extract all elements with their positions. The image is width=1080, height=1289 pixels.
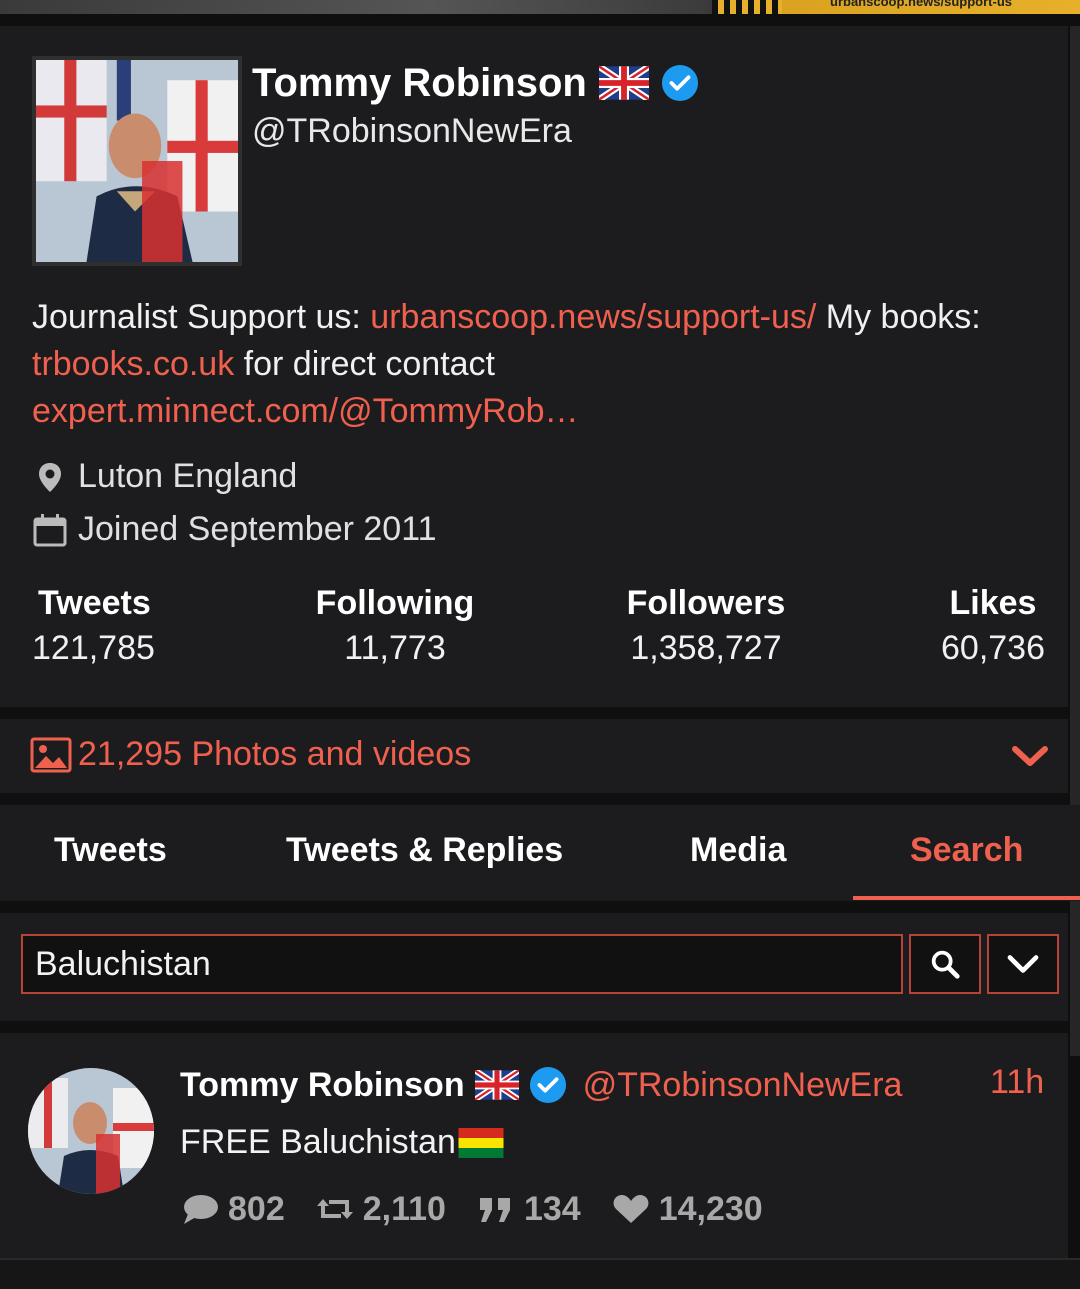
stat-followers-label: Followers [626,584,786,622]
stat-following-value: 11,773 [344,629,446,667]
tweet-body: FREE Baluchistan [180,1123,456,1161]
location-pin-icon [39,462,61,492]
stat-followers-value: 1,358,727 [630,629,782,667]
search-icon [931,950,960,979]
location-text: Luton England [78,457,298,495]
calendar-icon [33,513,67,546]
banner-url-text: urbanscoop.news/support-us [830,0,1013,9]
search-options-button[interactable] [987,934,1059,994]
profile-stats: Tweets 121,785 Following 11,773 Follower… [0,581,1068,671]
bio-link-books[interactable]: trbooks.co.uk [32,345,234,383]
retweet-count: 2,110 [362,1189,446,1228]
avatar-photo [36,60,238,262]
stat-likes[interactable]: Likes 60,736 [930,581,1056,671]
profile-handle: @TRobinsonNewEra [252,112,572,150]
bolivia-flag-icon [458,1127,504,1158]
quote-action[interactable]: 134 [476,1190,581,1229]
image-icon [30,737,72,773]
tab-media[interactable]: Media [690,831,786,870]
like-action[interactable]: 14,230 [611,1190,763,1229]
reply-action[interactable]: 802 [180,1190,285,1229]
tweet-timestamp[interactable]: 11h [990,1063,1044,1102]
stat-followers[interactable]: Followers 1,358,727 [622,581,790,671]
profile-bio: Journalist Support us: urbanscoop.news/s… [32,294,1032,435]
stat-tweets-label: Tweets [38,584,151,622]
tweet-text: FREE Baluchistan [180,1123,504,1162]
stat-likes-value: 60,736 [941,629,1045,667]
banner-hazard-stripes [712,0,782,14]
bio-text: Journalist Support us: [32,298,371,336]
tweet[interactable]: Tommy Robinson @TRobinsonNewEra 11h FREE… [0,1033,1068,1258]
tweet-header: Tommy Robinson @TRobinsonNewEra [180,1063,902,1107]
bio-text: for direct contact [234,345,495,383]
search-area [0,913,1068,1021]
next-tweet-edge [0,1258,1080,1289]
verified-icon [661,64,698,102]
chevron-down-icon [1007,955,1039,973]
like-count: 14,230 [658,1189,763,1228]
stat-following-label: Following [315,584,475,622]
search-input[interactable] [21,934,903,994]
retweet-action[interactable]: 2,110 [315,1190,446,1229]
reply-count: 802 [228,1189,285,1228]
photos-videos-bar[interactable]: 21,295 Photos and videos [0,719,1068,793]
stat-following[interactable]: Following 11,773 [314,581,476,671]
heart-icon [613,1195,649,1223]
tab-tweets[interactable]: Tweets [54,831,167,870]
uk-flag-icon [474,1070,519,1100]
stat-tweets-value: 121,785 [32,629,155,667]
profile-card: Tommy Robinson @TRobinsonNewEra Journali… [0,26,1068,707]
profile-name-row: Tommy Robinson [252,58,699,108]
tweet-author-handle[interactable]: @TRobinsonNewEra [583,1066,903,1105]
profile-avatar[interactable] [32,56,242,266]
tab-tweets-replies[interactable]: Tweets & Replies [286,831,563,870]
tweet-actions: 802 2,110 134 14,230 [180,1187,793,1231]
profile-banner: urbanscoop.news/support-us [0,0,1080,14]
search-button[interactable] [909,934,981,994]
bio-link-contact[interactable]: expert.minnect.com/@TommyRob… [32,392,579,430]
stat-likes-label: Likes [949,584,1037,622]
profile-location: Luton England [32,457,297,496]
bio-link-support[interactable]: urbanscoop.news/support-us/ [370,298,816,336]
photos-videos-label: 21,295 Photos and videos [78,735,472,773]
scrollbar[interactable] [1070,26,1080,1056]
stat-tweets[interactable]: Tweets 121,785 [32,581,155,671]
bio-text: My books: [816,298,981,336]
retweet-icon [316,1199,353,1219]
uk-flag-icon [598,66,649,100]
reply-icon [184,1195,218,1224]
quote-count: 134 [523,1189,581,1228]
joined-text: Joined September 2011 [78,510,437,548]
quote-icon [479,1198,510,1222]
chevron-down-icon[interactable] [1010,741,1050,771]
tab-search[interactable]: Search [910,831,1023,870]
tweet-avatar[interactable] [28,1068,154,1194]
profile-joined: Joined September 2011 [32,510,437,549]
active-tab-indicator [853,896,1080,900]
verified-icon [529,1066,566,1104]
profile-tabs: Tweets Tweets & Replies Media Search [0,805,1080,901]
tweet-author-name[interactable]: Tommy Robinson [180,1066,465,1105]
avatar-photo [28,1068,154,1194]
profile-display-name: Tommy Robinson [252,60,587,105]
